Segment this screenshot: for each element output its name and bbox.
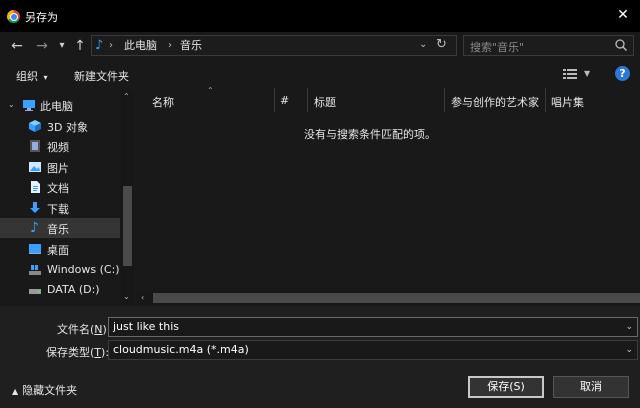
recent-locations-button[interactable]: ▾ [56, 36, 68, 56]
sidebar-item-music[interactable]: ♪ 音乐 [0, 218, 120, 238]
breadcrumb-this-pc[interactable]: 此电脑 [124, 39, 157, 53]
organize-button[interactable]: 组织 ▾ [16, 68, 48, 84]
search-box[interactable]: 搜索"音乐" [463, 35, 634, 56]
organize-label: 组织 [16, 70, 38, 83]
search-icon[interactable] [614, 38, 628, 52]
chevron-left-icon[interactable]: ‹ [141, 293, 144, 302]
chevron-down-icon[interactable]: ⌄ [123, 292, 130, 301]
column-header-artists[interactable]: 参与创作的艺术家 [451, 94, 539, 110]
video-icon [30, 140, 40, 152]
document-icon [31, 181, 40, 193]
column-divider[interactable] [444, 88, 445, 112]
chevron-down-icon[interactable]: ⌄ [625, 345, 633, 355]
forward-button[interactable]: → [33, 36, 51, 56]
filetype-mnemonic: T [94, 346, 102, 359]
chevron-down-icon[interactable]: ⌄ [419, 39, 427, 50]
chevron-down-icon[interactable]: ▼ [584, 69, 590, 78]
sidebar-item-videos[interactable]: 视频 [0, 136, 120, 156]
new-folder-button[interactable]: 新建文件夹 [74, 68, 129, 84]
chevron-up-icon: ▲ [12, 387, 19, 396]
window-title: 另存为 [25, 11, 58, 24]
column-header-album[interactable]: 唱片集 [551, 94, 584, 110]
sidebar-item-label: 桌面 [47, 244, 69, 257]
back-button[interactable]: ← [8, 36, 26, 56]
column-header-number[interactable]: # [280, 94, 289, 107]
computer-icon [23, 100, 35, 111]
chevron-down-icon[interactable]: ⌄ [625, 322, 633, 332]
picture-icon [29, 162, 41, 172]
windows-drive-icon [29, 265, 41, 275]
horizontal-scrollbar[interactable]: ‹ [137, 291, 640, 305]
sidebar-item-windows-c[interactable]: Windows (C:) [0, 260, 120, 280]
sidebar-item-label: 3D 对象 [47, 121, 88, 134]
sidebar-item-pictures[interactable]: 图片 [0, 157, 120, 177]
filetype-select[interactable]: cloudmusic.m4a (*.m4a) ⌄ [108, 340, 638, 360]
column-divider[interactable] [274, 88, 275, 112]
sidebar-item-label: 视频 [47, 141, 69, 154]
hide-folders-label: 隐藏文件夹 [22, 384, 78, 397]
sidebar-item-label: 此电脑 [40, 100, 73, 113]
music-icon: ♪ [30, 220, 39, 236]
sidebar-item-desktop[interactable]: 桌面 [0, 239, 120, 259]
column-divider[interactable] [545, 88, 546, 112]
desktop-icon [29, 244, 41, 254]
sidebar-item-documents[interactable]: 文档 [0, 177, 120, 197]
chevron-down-icon[interactable]: ⌄ [8, 100, 15, 109]
sidebar-item-3d-objects[interactable]: 3D 对象 [0, 116, 120, 136]
chevron-up-icon[interactable]: ⌃ [123, 92, 130, 101]
title-bar: 另存为 ✕ [0, 0, 640, 32]
sidebar-scrollbar[interactable]: ⌃ ⌄ [121, 90, 133, 304]
up-button[interactable]: ↑ [71, 36, 89, 56]
sidebar-item-label: 图片 [47, 162, 69, 175]
chevron-down-icon: ▾ [43, 73, 48, 82]
refresh-icon[interactable]: ↻ [436, 37, 447, 52]
sidebar-item-data-d[interactable]: DATA (D:) [0, 280, 120, 300]
help-button[interactable]: ? [615, 66, 630, 81]
sidebar-item-label: 音乐 [47, 223, 69, 236]
filetype-label: 保存类型(T): [46, 346, 110, 359]
breadcrumb-music[interactable]: 音乐 [180, 39, 202, 53]
address-bar[interactable]: ♪ › 此电脑 › 音乐 ⌄ ↻ [91, 35, 457, 56]
drive-icon [29, 289, 41, 294]
view-options-icon[interactable] [563, 68, 577, 80]
chrome-icon [7, 10, 20, 23]
empty-message: 没有与搜索条件匹配的项。 [304, 128, 436, 141]
music-icon: ♪ [95, 38, 104, 53]
close-icon[interactable]: ✕ [612, 5, 634, 25]
search-input[interactable]: 搜索"音乐" [470, 39, 524, 55]
sidebar-item-label: 下载 [47, 203, 69, 216]
hide-folders-toggle[interactable]: ▲ 隐藏文件夹 [12, 382, 77, 398]
column-header-name[interactable]: 名称 [152, 94, 174, 110]
cancel-button[interactable]: 取消 [553, 376, 629, 398]
sidebar-item-label: DATA (D:) [47, 283, 100, 296]
sidebar-item-label: 文档 [47, 182, 69, 195]
navigation-pane: ⌄ 此电脑 3D 对象 视频 图片 文档 下载 ♪ 音乐 桌面 Windows … [0, 87, 135, 304]
scrollbar-thumb[interactable] [123, 186, 132, 266]
sort-up-icon: ⌃ [207, 86, 214, 95]
sidebar-item-this-pc[interactable]: ⌄ 此电脑 [0, 95, 120, 115]
download-icon [30, 202, 40, 213]
scrollbar-thumb[interactable] [153, 293, 640, 303]
chevron-right-icon[interactable]: › [109, 39, 113, 53]
cube-icon [29, 120, 41, 132]
filename-value: just like this [113, 320, 179, 333]
filetype-value: cloudmusic.m4a (*.m4a) [113, 343, 249, 356]
filename-field[interactable]: just like this ⌄ [108, 317, 638, 337]
save-button[interactable]: 保存(S) [468, 376, 544, 398]
sidebar-item-downloads[interactable]: 下载 [0, 198, 120, 218]
filename-mnemonic: N [94, 323, 103, 336]
chevron-right-icon[interactable]: › [168, 39, 172, 53]
column-divider[interactable] [307, 88, 308, 112]
column-header-title[interactable]: 标题 [314, 94, 336, 110]
filename-label: 文件名(N): [57, 323, 111, 336]
file-list[interactable] [135, 87, 640, 304]
sidebar-item-label: Windows (C:) [47, 263, 120, 276]
